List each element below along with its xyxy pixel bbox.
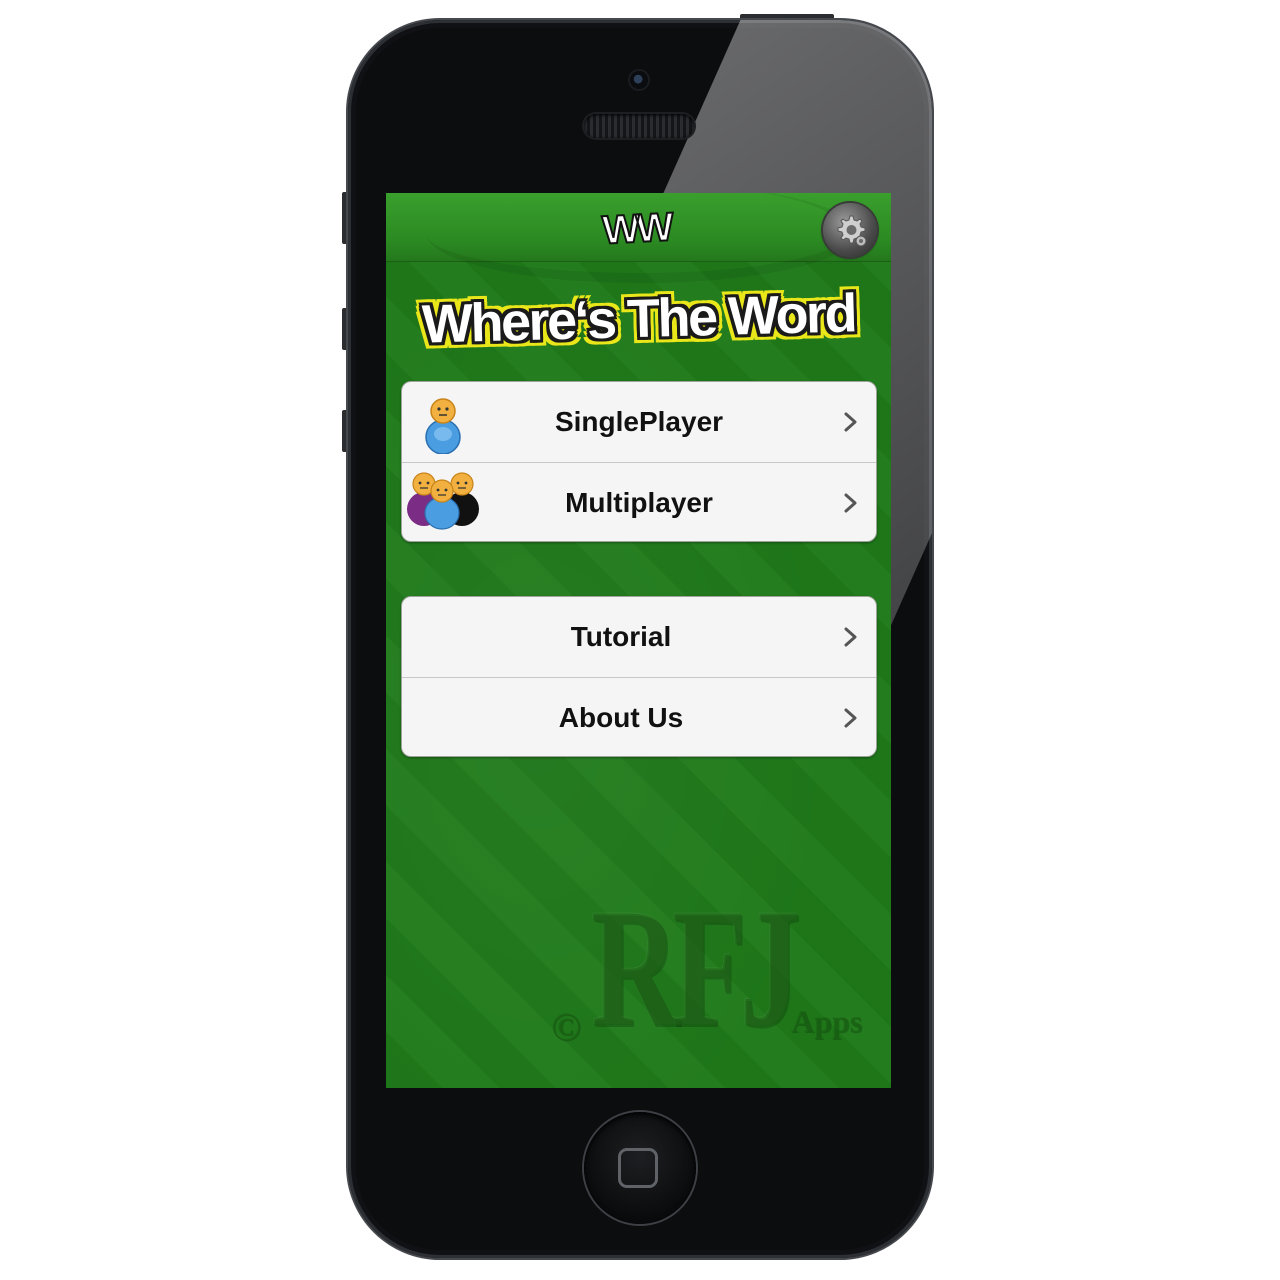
multiplayer-label: Multiplayer <box>565 487 713 518</box>
top-bar: WW <box>386 193 891 283</box>
info-menu: Tutorial About Us <box>401 596 877 757</box>
front-camera <box>630 71 648 89</box>
watermark-brand: RFJ <box>591 874 801 1062</box>
watermark-suffix: Apps <box>791 1003 863 1039</box>
chevron-right-icon <box>844 627 857 647</box>
settings-button[interactable] <box>823 203 877 257</box>
single-player-label: SinglePlayer <box>554 406 724 437</box>
single-player-row[interactable]: SinglePlayer <box>402 382 876 462</box>
home-button-icon <box>618 1148 658 1188</box>
watermark-copyright: © <box>551 1004 581 1049</box>
chevron-right-icon <box>844 493 857 513</box>
tutorial-label: Tutorial <box>570 621 672 652</box>
earpiece-speaker <box>584 114 694 138</box>
about-us-row[interactable]: About Us <box>402 677 876 756</box>
play-mode-menu: SinglePlayer Multiplayer <box>401 381 877 542</box>
rfj-apps-watermark: RFJ © Apps <box>551 883 871 1063</box>
chevron-right-icon <box>844 412 857 432</box>
app-title: Where‘s The Word <box>421 283 856 355</box>
multiplayer-row[interactable]: Multiplayer <box>402 462 876 541</box>
tutorial-row[interactable]: Tutorial <box>402 597 876 677</box>
ww-logo: WW <box>600 204 672 253</box>
app-screen: WW Where‘s The Word SinglePlayer Multipl… <box>386 193 891 1088</box>
about-us-label: About Us <box>558 702 684 733</box>
gear-icon <box>837 215 867 247</box>
chevron-right-icon <box>844 708 857 728</box>
